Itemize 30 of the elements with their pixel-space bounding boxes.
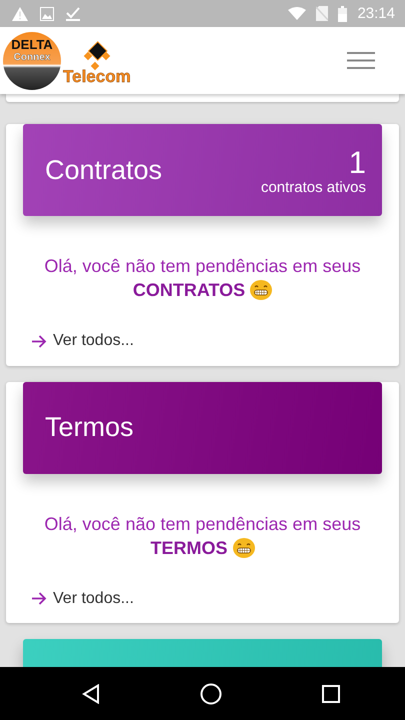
count-label: contratos ativos (260, 178, 366, 196)
link-text: Ver todos... (53, 332, 134, 350)
grinning-face-icon (232, 538, 254, 558)
arrow-right-icon (32, 592, 47, 605)
arrow-right-icon (32, 334, 47, 348)
wifi-icon (288, 7, 306, 20)
count-value: 1 (348, 146, 366, 178)
back-icon[interactable] (82, 684, 100, 704)
view-all-link[interactable]: Ver todos... (32, 332, 134, 350)
view-all-link[interactable]: Ver todos... (32, 590, 134, 608)
link-text: Ver todos... (53, 590, 134, 608)
message-text: Olá, você não tem pendências em seus (44, 255, 361, 278)
logo-text: DELTA (11, 38, 53, 52)
card-title: Contratos (45, 154, 162, 186)
grinning-face-icon (250, 280, 272, 300)
recents-icon[interactable] (322, 684, 340, 702)
logo-text: Telecom (63, 66, 131, 86)
message-text: Olá, você não tem pendências em seus (44, 512, 361, 536)
battery-icon (338, 6, 348, 22)
clock: 23:14 (357, 5, 395, 22)
card-title: Termos (45, 412, 134, 443)
image-icon (40, 6, 54, 20)
highlighted-word: CONTRATOS (132, 279, 246, 302)
no-sim-icon (316, 6, 328, 21)
warning-icon (12, 6, 28, 20)
download-done-icon (66, 6, 80, 20)
home-icon[interactable] (200, 682, 222, 704)
menu-icon (347, 52, 375, 69)
logo-text: Connex (14, 52, 50, 62)
highlighted-word: TERMOS (150, 536, 228, 560)
